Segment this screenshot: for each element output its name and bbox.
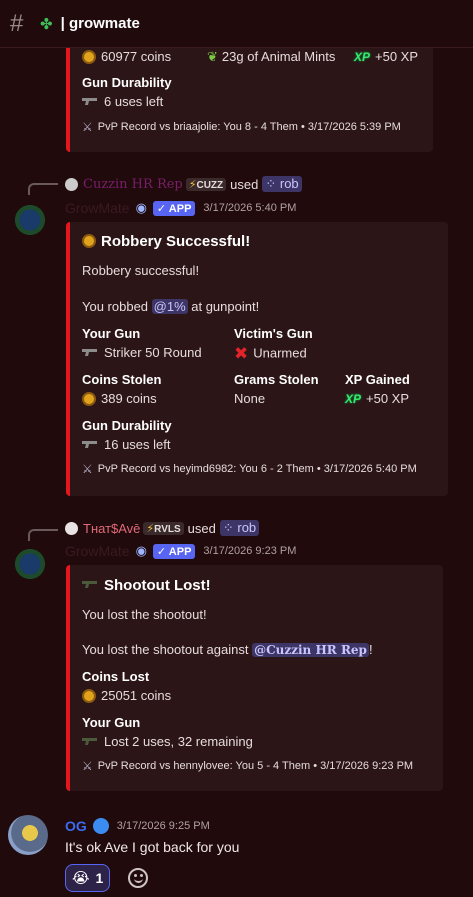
reaction-crying[interactable]: 😭 1 xyxy=(65,864,111,892)
grams-stolen-label: Grams Stolen xyxy=(234,372,319,387)
bolt-icon: ⚡ xyxy=(146,522,155,535)
timestamp[interactable]: 3/17/2026 9:23 PM xyxy=(203,545,296,557)
reply-used-text: used xyxy=(187,520,216,536)
xp-value: XP +50 XP xyxy=(354,49,419,64)
coin-icon xyxy=(82,688,96,703)
reply-username[interactable]: Cuzzin HR Rep xyxy=(83,177,183,192)
swords-icon: ⚔ xyxy=(82,759,93,773)
crying-face-icon: 😭 xyxy=(72,870,90,887)
embed-footer: ⚔ PvP Record vs briaajolie: You 8 - 4 The… xyxy=(82,120,401,134)
user-mention[interactable]: @1% xyxy=(151,299,188,314)
message-header: GrowMate ◉ ✓ APP 3/17/2026 5:40 PM xyxy=(65,200,296,216)
gun-icon xyxy=(82,738,97,746)
durability-value: 6 uses left xyxy=(82,94,163,109)
embed-title: Shootout Lost! xyxy=(82,577,211,594)
bot-badge-icon: ◉ xyxy=(135,200,147,215)
embed-footer: ⚔ PvP Record vs heyimd6982: You 6 - 2 The… xyxy=(82,462,417,476)
durability-label: Gun Durability xyxy=(82,418,172,433)
reply-avatar xyxy=(65,177,78,191)
coins-value: 60977 coins xyxy=(82,49,171,65)
add-reaction-icon[interactable] xyxy=(128,868,148,888)
your-gun-value: Striker 50 Round xyxy=(82,345,202,360)
reply-preview[interactable]: Cuzzin HR Rep ⚡CUZZ used ⁘ rob xyxy=(65,176,302,192)
swords-icon: ⚔ xyxy=(82,462,93,476)
channel-hash-icon: # xyxy=(10,9,24,37)
reply-avatar xyxy=(65,521,78,535)
reply-preview[interactable]: Тнат$Avē ⚡RVLS used ⁘ rob xyxy=(65,520,260,536)
coin-icon xyxy=(82,49,96,64)
cross-icon: ✖ xyxy=(234,344,249,363)
command-mention[interactable]: ⁘ rob xyxy=(262,176,302,192)
durability-label: Gun Durability xyxy=(82,75,172,90)
coins-lost-value: 25051 coins xyxy=(82,688,171,704)
embed-line1: Robbery successful! xyxy=(82,263,200,278)
grams-stolen-value: None xyxy=(234,391,266,406)
embed-line1: You lost the shootout! xyxy=(82,607,207,622)
user-mention[interactable]: @Cuzzin HR Rep xyxy=(252,643,369,657)
bot-avatar[interactable] xyxy=(10,198,50,238)
victim-gun-label: Victim's Gun xyxy=(234,326,313,341)
bot-name[interactable]: GrowMate xyxy=(65,200,130,216)
channel-header: # ✤ | growmate xyxy=(0,0,473,48)
guild-tag: ⚡RVLS xyxy=(143,521,184,535)
durability-value: 16 uses left xyxy=(82,437,171,452)
your-gun-label: Your Gun xyxy=(82,715,141,730)
embed-shootout: Shootout Lost! You lost the shootout! Yo… xyxy=(66,565,443,791)
message-header: OG 3/17/2026 9:25 PM xyxy=(65,818,210,834)
embed-line2: You robbed @1% at gunpoint! xyxy=(82,299,260,314)
xp-icon: XP xyxy=(354,50,371,64)
user-avatar[interactable] xyxy=(8,815,48,855)
coins-lost-label: Coins Lost xyxy=(82,669,150,684)
coins-stolen-value: 389 coins xyxy=(82,391,157,407)
gun-icon xyxy=(82,581,97,588)
app-badge: ✓ APP xyxy=(152,200,196,216)
gun-icon xyxy=(82,349,97,357)
reply-connector xyxy=(28,183,58,195)
message-header: GrowMate ◉ ✓ APP 3/17/2026 9:23 PM xyxy=(65,543,296,559)
app-badge: ✓ APP xyxy=(152,543,196,559)
bot-avatar[interactable] xyxy=(10,542,50,582)
your-gun-value: Lost 2 uses, 32 remaining xyxy=(82,734,253,749)
badge-icon xyxy=(92,818,109,834)
embed-previous: 60977 coins ❦ 23g of Animal Mints XP +50 X… xyxy=(66,30,433,152)
embed-footer: ⚔ PvP Record vs hennylovee: You 5 - 4 The… xyxy=(82,759,414,773)
username[interactable]: OG xyxy=(65,818,87,834)
bot-name[interactable]: GrowMate xyxy=(65,543,130,559)
reaction-count: 1 xyxy=(95,870,104,886)
guild-tag: ⚡CUZZ xyxy=(185,177,227,191)
xp-icon: XP xyxy=(345,392,362,406)
command-mention[interactable]: ⁘ rob xyxy=(219,520,260,536)
embed-robbery: Robbery Successful! Robbery successful! … xyxy=(66,222,448,496)
reply-username[interactable]: Тнат$Avē xyxy=(83,521,140,536)
timestamp[interactable]: 3/17/2026 9:25 PM xyxy=(117,820,210,832)
your-gun-label: Your Gun xyxy=(82,326,141,341)
bot-badge-icon: ◉ xyxy=(135,543,147,558)
gun-icon xyxy=(82,98,97,106)
mints-icon: ❦ xyxy=(207,49,218,64)
message-text: It's ok Ave I got back for you xyxy=(65,839,240,855)
coin-icon xyxy=(82,233,96,248)
swords-icon: ⚔ xyxy=(82,120,93,134)
coins-stolen-label: Coins Stolen xyxy=(82,372,162,387)
reply-connector xyxy=(28,529,58,541)
clover-icon: ✤ xyxy=(40,15,53,33)
reply-used-text: used xyxy=(230,176,259,192)
timestamp[interactable]: 3/17/2026 5:40 PM xyxy=(203,202,296,214)
gun-icon xyxy=(82,441,97,449)
mints-value: ❦ 23g of Animal Mints xyxy=(207,49,336,64)
xp-gained-value: XP +50 XP xyxy=(345,391,410,406)
embed-line2: You lost the shootout against @Cuzzin HR… xyxy=(82,642,373,657)
victim-gun-value: ✖ Unarmed xyxy=(234,344,307,363)
xp-gained-label: XP Gained xyxy=(345,372,410,387)
coin-icon xyxy=(82,391,96,406)
channel-title: | growmate xyxy=(60,15,140,32)
embed-title: Robbery Successful! xyxy=(82,233,250,250)
